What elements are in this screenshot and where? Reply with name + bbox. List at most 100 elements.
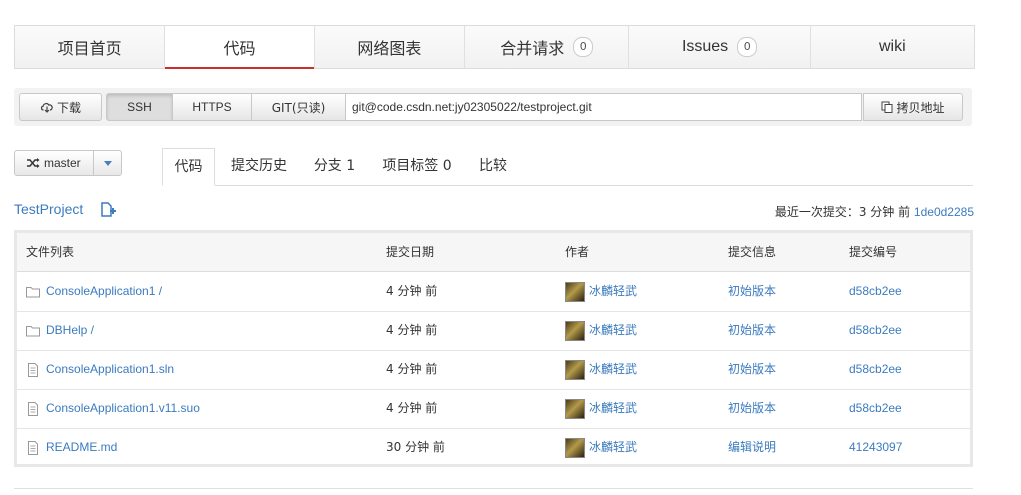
protocol-label: SSH bbox=[127, 100, 152, 114]
commit-message-link[interactable]: 初始版本 bbox=[728, 323, 776, 337]
project-nav: 项目首页 代码 网络图表 合并请求 0 Issues 0 wiki bbox=[14, 25, 975, 69]
commit-message-link[interactable]: 编辑说明 bbox=[728, 440, 776, 454]
ssh-protocol-button[interactable]: SSH bbox=[106, 93, 173, 121]
add-file-icon[interactable] bbox=[100, 202, 116, 222]
file-icon bbox=[28, 401, 38, 416]
avatar bbox=[565, 398, 585, 419]
table-row: ConsoleApplication1 / 4 分钟 前 冰麟轻武 初始版本 d… bbox=[17, 272, 970, 312]
shuffle-branch-icon bbox=[27, 158, 40, 168]
nav-label: wiki bbox=[879, 38, 906, 55]
commit-hash-link[interactable]: d58cb2ee bbox=[849, 284, 902, 298]
subtab-label: 项目标签 0 bbox=[382, 158, 452, 174]
subtab-compare[interactable]: 比较 bbox=[477, 148, 509, 185]
author-link[interactable]: 冰麟轻武 bbox=[589, 362, 637, 376]
copy-icon bbox=[881, 101, 893, 113]
author-cell: 冰麟轻武 bbox=[565, 272, 637, 310]
subtab-label: 比较 bbox=[479, 158, 507, 174]
file-name-link[interactable]: ConsoleApplication1.v11.suo bbox=[46, 401, 200, 415]
subtab-label: 分支 1 bbox=[313, 158, 356, 174]
code-subtabs: 代码 提交历史 分支 1 项目标签 0 比较 bbox=[162, 148, 973, 186]
author-link[interactable]: 冰麟轻武 bbox=[589, 440, 637, 454]
protocol-label: HTTPS bbox=[192, 100, 232, 114]
author-cell: 冰麟轻武 bbox=[565, 350, 637, 388]
last-commit-hash-link[interactable]: 1de0d2285 bbox=[914, 205, 974, 219]
commit-date: 4 分钟 前 bbox=[386, 401, 438, 415]
nav-wiki[interactable]: wiki bbox=[811, 26, 974, 68]
file-name-cell: DBHelp / bbox=[26, 311, 94, 349]
download-label: 下载 bbox=[56, 100, 81, 115]
https-protocol-button[interactable]: HTTPS bbox=[172, 93, 252, 121]
file-name-cell: README.md bbox=[26, 428, 117, 466]
subtab-code[interactable]: 代码 bbox=[162, 148, 215, 186]
author-cell: 冰麟轻武 bbox=[565, 389, 637, 427]
folder-icon bbox=[26, 325, 40, 336]
header-commit-date: 提交日期 bbox=[386, 245, 435, 259]
copy-url-label: 拷贝地址 bbox=[896, 100, 945, 115]
nav-merge-requests[interactable]: 合并请求 0 bbox=[465, 26, 630, 68]
file-name-link[interactable]: README.md bbox=[46, 440, 117, 454]
divider bbox=[14, 488, 973, 489]
clone-url-field[interactable]: git@code.csdn.net:jy02305022/testproject… bbox=[345, 93, 862, 121]
commit-message-link[interactable]: 初始版本 bbox=[728, 362, 776, 376]
table-row: README.md 30 分钟 前 冰麟轻武 编辑说明 41243097 bbox=[17, 428, 970, 467]
subtab-label: 提交历史 bbox=[231, 158, 287, 174]
protocol-label: GIT(只读) bbox=[271, 100, 326, 115]
commit-message-link[interactable]: 初始版本 bbox=[728, 284, 776, 298]
avatar bbox=[565, 437, 585, 458]
author-link[interactable]: 冰麟轻武 bbox=[589, 401, 637, 415]
avatar bbox=[565, 359, 585, 380]
nav-label: 合并请求 bbox=[500, 39, 565, 58]
nav-label: 项目首页 bbox=[57, 39, 122, 58]
commit-message-link[interactable]: 初始版本 bbox=[728, 401, 776, 415]
commit-date: 4 分钟 前 bbox=[386, 362, 438, 376]
commit-hash-link[interactable]: 41243097 bbox=[849, 440, 902, 454]
header-author: 作者 bbox=[565, 245, 590, 259]
subtab-tags[interactable]: 项目标签 0 bbox=[381, 148, 453, 185]
git-readonly-protocol-button[interactable]: GIT(只读) bbox=[251, 93, 346, 121]
commit-date: 4 分钟 前 bbox=[386, 323, 438, 337]
file-name-cell: ConsoleApplication1 / bbox=[26, 272, 162, 310]
avatar bbox=[565, 281, 585, 302]
branch-dropdown-toggle[interactable] bbox=[94, 150, 122, 176]
table-row: DBHelp / 4 分钟 前 冰麟轻武 初始版本 d58cb2ee bbox=[17, 311, 970, 351]
nav-project-home[interactable]: 项目首页 bbox=[15, 26, 166, 68]
author-cell: 冰麟轻武 bbox=[565, 428, 637, 466]
caret-down-icon bbox=[103, 160, 112, 166]
nav-label: 代码 bbox=[223, 39, 256, 58]
nav-network-graph[interactable]: 网络图表 bbox=[315, 26, 466, 68]
header-file-list: 文件列表 bbox=[26, 245, 75, 259]
nav-code[interactable]: 代码 bbox=[165, 26, 315, 69]
commit-date: 4 分钟 前 bbox=[386, 284, 438, 298]
merge-request-count-badge: 0 bbox=[573, 37, 594, 57]
table-row: ConsoleApplication1.v11.suo 4 分钟 前 冰麟轻武 … bbox=[17, 389, 970, 429]
subtab-commit-history[interactable]: 提交历史 bbox=[230, 148, 288, 185]
commit-hash-link[interactable]: d58cb2ee bbox=[849, 401, 902, 415]
subtab-branches[interactable]: 分支 1 bbox=[313, 148, 356, 185]
nav-label: Issues bbox=[681, 38, 729, 55]
file-name-link[interactable]: ConsoleApplication1 / bbox=[46, 284, 162, 298]
author-link[interactable]: 冰麟轻武 bbox=[589, 284, 637, 298]
copy-url-button[interactable]: 拷贝地址 bbox=[863, 93, 963, 121]
file-name-link[interactable]: ConsoleApplication1.sln bbox=[46, 362, 174, 376]
file-name-link[interactable]: DBHelp / bbox=[46, 323, 94, 337]
branch-name: master bbox=[44, 156, 81, 170]
author-cell: 冰麟轻武 bbox=[565, 311, 637, 349]
last-commit-label: 最近一次提交：3 分钟 前 bbox=[774, 205, 911, 219]
last-commit-info: 最近一次提交：3 分钟 前 1de0d2285 bbox=[775, 203, 974, 220]
branch-selector: master bbox=[14, 150, 122, 176]
commit-hash-link[interactable]: d58cb2ee bbox=[849, 323, 902, 337]
download-button[interactable]: 下载 bbox=[19, 93, 102, 121]
file-icon bbox=[28, 440, 38, 455]
subtab-label: 代码 bbox=[174, 159, 203, 175]
branch-button[interactable]: master bbox=[14, 150, 94, 176]
file-name-cell: ConsoleApplication1.sln bbox=[26, 350, 174, 388]
table-header: 文件列表 提交日期 作者 提交信息 提交编号 bbox=[17, 233, 970, 272]
cloud-download-icon bbox=[40, 102, 53, 113]
commit-date: 30 分钟 前 bbox=[386, 440, 445, 454]
project-name-link[interactable]: TestProject bbox=[14, 201, 83, 217]
commit-hash-link[interactable]: d58cb2ee bbox=[849, 362, 902, 376]
nav-issues[interactable]: Issues 0 bbox=[629, 26, 811, 68]
folder-icon bbox=[26, 286, 40, 297]
table-row: ConsoleApplication1.sln 4 分钟 前 冰麟轻武 初始版本… bbox=[17, 350, 970, 390]
author-link[interactable]: 冰麟轻武 bbox=[589, 323, 637, 337]
